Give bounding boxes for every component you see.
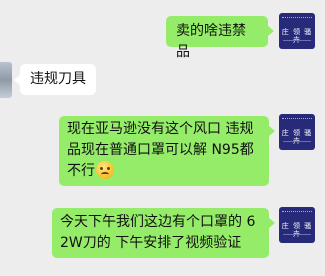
bubble-tail [269, 218, 275, 228]
avatar-logo-text: 庄 领 骚 卉 [281, 222, 313, 238]
message-bubble-incoming[interactable]: 违规刀具 [20, 64, 96, 95]
avatar-logo-text: 庄 领 骚 卉 [281, 129, 313, 145]
bubble-tail [268, 26, 274, 36]
message-text: 今天下午我们这边有个口罩的 62W刀的 下午安排了视频验证 [60, 214, 256, 251]
contact-avatar[interactable] [0, 62, 12, 98]
message-bubble-outgoing[interactable]: 今天下午我们这边有个口罩的 62W刀的 下午安排了视频验证 [52, 208, 269, 258]
message-text: 违规刀具 [30, 71, 86, 87]
message-text: 卖的啥违禁品 [176, 23, 246, 60]
bubble-tail [269, 126, 275, 136]
self-avatar[interactable]: 庄 领 骚 卉 [279, 207, 315, 243]
avatar-logo-text: 庄 领 骚 卉 [281, 28, 313, 44]
flushed-face-icon [96, 161, 114, 179]
message-bubble-outgoing[interactable]: 卖的啥违禁品 [166, 16, 268, 60]
self-avatar[interactable]: 庄 领 骚 卉 [279, 13, 315, 49]
message-text: 现在亚马逊没有这个风口 违规品现在普通口罩可以解 N95都不行 [67, 121, 254, 179]
self-avatar[interactable]: 庄 领 骚 卉 [279, 114, 315, 150]
message-bubble-outgoing[interactable]: 现在亚马逊没有这个风口 违规品现在普通口罩可以解 N95都不行 [59, 116, 269, 186]
